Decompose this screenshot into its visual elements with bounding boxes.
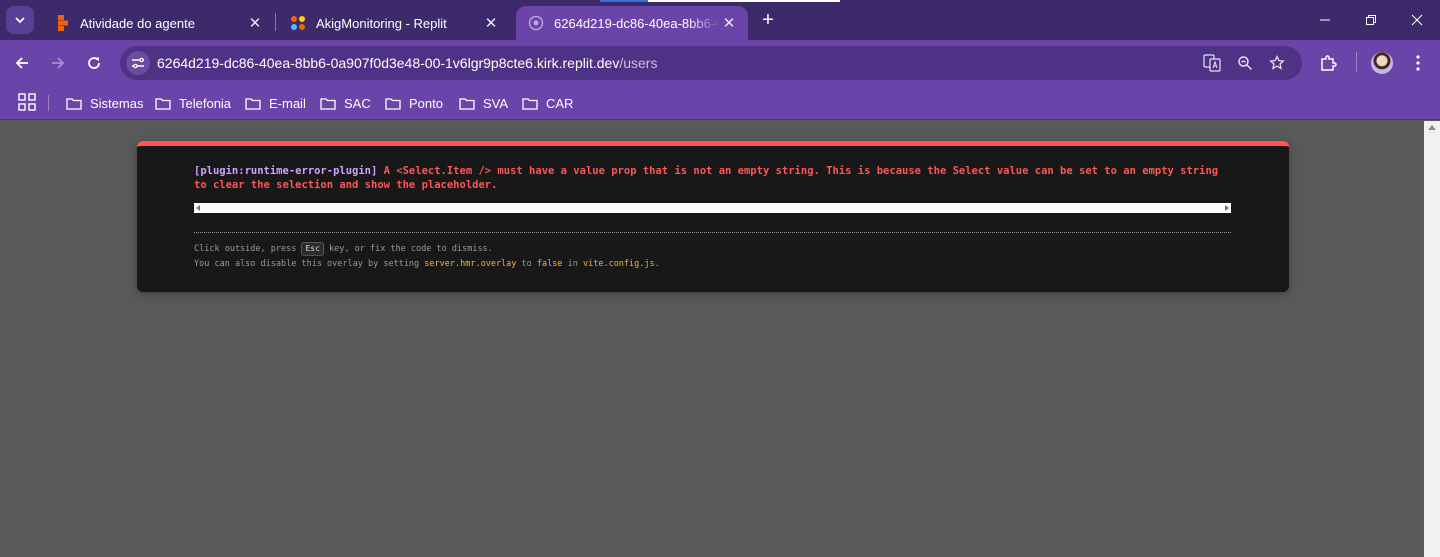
url-host: 6264d219-dc86-40ea-8bb6-0a907f0d3e48-00-…	[157, 55, 620, 71]
menu-button[interactable]	[1404, 49, 1432, 77]
bookmark-label: E-mail	[269, 95, 306, 111]
minimize-icon	[1320, 19, 1330, 21]
profile-avatar[interactable]	[1371, 52, 1393, 74]
folder-icon	[66, 97, 82, 110]
browser-toolbar: 6264d219-dc86-40ea-8bb6-0a907f0d3e48-00-…	[0, 40, 1440, 86]
arrow-right-icon	[52, 57, 65, 69]
reload-icon	[88, 57, 100, 69]
tab-title: Atividade do agente	[80, 15, 195, 31]
apps-grid-icon[interactable]	[18, 93, 36, 111]
disable-overlay-tip: You can also disable this overlay by set…	[194, 259, 660, 269]
folder-icon	[320, 97, 336, 110]
error-message: [plugin:runtime-error-plugin] A <Select.…	[194, 164, 1234, 192]
folder-icon	[522, 97, 538, 110]
config-file: vite.config.js	[582, 259, 655, 269]
folder-icon	[385, 97, 401, 110]
minimize-button[interactable]	[1303, 6, 1347, 34]
tab-separator	[275, 13, 276, 31]
bookmarks-bar: Sistemas Telefonia E-mail SAC Ponto SVA …	[0, 86, 1440, 120]
address-bar[interactable]: 6264d219-dc86-40ea-8bb6-0a907f0d3e48-00-…	[120, 46, 1302, 80]
tab-title: AkigMonitoring - Replit	[316, 15, 447, 31]
bookmark-folder-sac[interactable]: SAC	[320, 92, 371, 114]
close-icon[interactable]: ✕	[720, 14, 738, 32]
tab-search-button[interactable]	[6, 6, 34, 34]
arrow-left-icon	[15, 57, 28, 69]
toolbar-separator	[1356, 52, 1357, 72]
globe-icon	[528, 15, 544, 31]
tab-title: 6264d219-dc86-40ea-8bb6-0a9	[554, 15, 720, 31]
setting-name: server.hmr.overlay	[424, 259, 517, 269]
bookmark-folder-telefonia[interactable]: Telefonia	[155, 92, 231, 114]
tab-active-users[interactable]: 6264d219-dc86-40ea-8bb6-0a9 ✕	[516, 6, 748, 40]
bookmarks-separator	[48, 95, 49, 111]
more-vert-icon	[1416, 55, 1420, 71]
folder-icon	[245, 97, 261, 110]
puzzle-icon	[1321, 55, 1337, 71]
overlay-divider	[194, 232, 1231, 233]
vertical-scrollbar[interactable]	[1424, 121, 1440, 557]
bookmark-folder-ponto[interactable]: Ponto	[385, 92, 443, 114]
tab-atividade-agente[interactable]: Atividade do agente ✕	[42, 6, 274, 40]
tip-text: .	[654, 259, 660, 269]
url-path: /users	[619, 55, 658, 71]
tip-text: You can also disable this overlay by set…	[194, 259, 425, 269]
tab-akigmonitoring[interactable]: AkigMonitoring - Replit ✕	[278, 6, 510, 40]
bookmark-label: Telefonia	[179, 95, 232, 111]
bookmark-folder-sistemas[interactable]: Sistemas	[66, 92, 143, 114]
window-close-button[interactable]	[1395, 6, 1439, 34]
close-icon[interactable]: ✕	[482, 14, 500, 32]
folder-icon	[459, 97, 475, 110]
bookmark-label: SAC	[344, 95, 371, 111]
bookmark-label: SVA	[483, 95, 509, 111]
setting-value: false	[536, 259, 563, 269]
error-plugin-name: [plugin:runtime-error-plugin]	[194, 165, 378, 177]
new-tab-button[interactable]: +	[756, 8, 780, 32]
forward-button[interactable]	[44, 49, 72, 77]
chevron-down-icon	[15, 17, 25, 24]
bookmark-folder-sva[interactable]: SVA	[459, 92, 508, 114]
tab-strip: Atividade do agente ✕ AkigMonitoring - R…	[0, 0, 1440, 40]
url-text[interactable]: 6264d219-dc86-40ea-8bb6-0a907f0d3e48-00-…	[157, 55, 657, 71]
reload-button[interactable]	[80, 49, 108, 77]
close-icon	[1411, 14, 1423, 26]
tip-text: in	[562, 259, 583, 269]
scroll-left-arrow[interactable]	[196, 205, 200, 211]
translate-icon[interactable]	[1202, 53, 1222, 73]
close-icon[interactable]: ✕	[246, 14, 264, 32]
tab-loading-progress	[600, 0, 648, 2]
tip-text: to	[516, 259, 537, 269]
tune-icon	[132, 57, 144, 69]
bookmark-star-icon[interactable]	[1267, 53, 1287, 73]
code-frame-scrollbar[interactable]	[194, 203, 1231, 213]
folder-icon	[155, 97, 171, 110]
scroll-up-arrow[interactable]	[1428, 125, 1436, 130]
tip-text: Click outside, press	[194, 244, 302, 254]
bookmark-folder-email[interactable]: E-mail	[245, 92, 306, 114]
restore-button[interactable]	[1349, 6, 1393, 34]
scroll-right-arrow[interactable]	[1225, 205, 1229, 211]
bookmark-folder-car[interactable]: CAR	[522, 92, 573, 114]
bookmark-label: Ponto	[409, 95, 443, 111]
replit-logo-icon	[290, 15, 306, 31]
tip-text: key, or fix the code to dismiss.	[323, 244, 493, 254]
bookmark-label: CAR	[546, 95, 574, 111]
esc-key-badge: Esc	[301, 242, 324, 256]
zoom-icon[interactable]	[1235, 53, 1255, 73]
vite-error-overlay: [plugin:runtime-error-plugin] A <Select.…	[137, 141, 1289, 292]
restore-icon	[1366, 15, 1376, 25]
replit-logo-icon	[54, 15, 70, 31]
extensions-button[interactable]	[1314, 49, 1342, 77]
site-info-button[interactable]	[126, 51, 150, 75]
back-button[interactable]	[8, 49, 36, 77]
bookmark-label: Sistemas	[90, 95, 144, 111]
dismiss-tip: Click outside, press Esc key, or fix the…	[194, 242, 493, 256]
